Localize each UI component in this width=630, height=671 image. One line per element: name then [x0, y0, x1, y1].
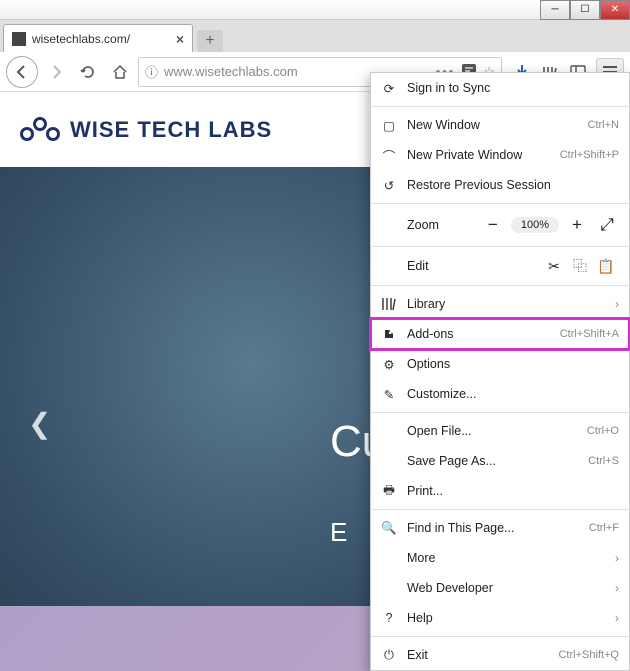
menu-find[interactable]: 🔍 Find in This Page... Ctrl+F [371, 513, 629, 543]
gear-icon: ⚙ [381, 356, 397, 372]
home-button[interactable] [106, 58, 134, 86]
menu-restore-session[interactable]: ↺ Restore Previous Session [371, 170, 629, 200]
tab-strip: wisetechlabs.com/ × + [0, 20, 630, 52]
menu-sign-in-sync[interactable]: ⟳ Sign in to Sync [371, 73, 629, 103]
window-close-button[interactable]: ✕ [600, 0, 630, 20]
hero-subheading: E [330, 517, 347, 548]
menu-more[interactable]: More › [371, 543, 629, 573]
menu-zoom-row: Zoom − 100% + ⤢ [371, 207, 629, 243]
logo-mark-icon [20, 117, 60, 143]
forward-button[interactable] [42, 58, 70, 86]
url-text: www.wisetechlabs.com [164, 64, 298, 79]
copy-button[interactable]: ⿻ [567, 255, 593, 277]
chevron-right-icon: › [615, 551, 619, 565]
favicon-icon [12, 32, 26, 46]
restore-icon: ↺ [381, 177, 397, 193]
window-titlebar: ─ ☐ ✕ [0, 0, 630, 20]
puzzle-icon [381, 326, 397, 342]
tab-active[interactable]: wisetechlabs.com/ × [3, 24, 193, 52]
menu-new-private-window[interactable]: ⌒ New Private Window Ctrl+Shift+P [371, 140, 629, 170]
menu-separator [371, 285, 629, 286]
menu-separator [371, 246, 629, 247]
app-menu: ⟳ Sign in to Sync ▢ New Window Ctrl+N ⌒ … [370, 72, 630, 671]
site-logo[interactable]: WISE TECH LABS [20, 117, 272, 143]
printer-icon: 🖶 [381, 483, 397, 499]
menu-separator [371, 509, 629, 510]
logo-text: WISE TECH LABS [70, 117, 272, 143]
menu-save-page-as[interactable]: Save Page As... Ctrl+S [371, 446, 629, 476]
tab-close-icon[interactable]: × [176, 31, 184, 47]
menu-options[interactable]: ⚙ Options [371, 349, 629, 379]
edit-label: Edit [381, 259, 541, 273]
power-icon: ⏻ [381, 647, 397, 663]
new-tab-button[interactable]: + [197, 30, 223, 52]
site-info-icon[interactable]: ⓘ [145, 62, 158, 81]
zoom-label: Zoom [381, 218, 475, 232]
menu-edit-row: Edit ✂ ⿻ 📋 [371, 250, 629, 282]
menu-print[interactable]: 🖶 Print... [371, 476, 629, 506]
menu-new-window[interactable]: ▢ New Window Ctrl+N [371, 110, 629, 140]
chevron-right-icon: › [615, 611, 619, 625]
search-icon: 🔍 [381, 520, 397, 536]
zoom-level[interactable]: 100% [511, 217, 559, 233]
window-minimize-button[interactable]: ─ [540, 0, 570, 20]
menu-library[interactable]: Library › [371, 289, 629, 319]
cut-button[interactable]: ✂ [541, 255, 567, 277]
chevron-right-icon: › [615, 297, 619, 311]
menu-help[interactable]: ? Help › [371, 603, 629, 633]
sync-icon: ⟳ [381, 80, 397, 96]
mask-icon: ⌒ [381, 147, 397, 163]
tab-title: wisetechlabs.com/ [32, 32, 130, 46]
menu-open-file[interactable]: Open File... Ctrl+O [371, 416, 629, 446]
reload-button[interactable] [74, 58, 102, 86]
carousel-prev-icon[interactable]: ❮ [28, 407, 51, 440]
back-button[interactable] [6, 56, 38, 88]
paste-button[interactable]: 📋 [593, 255, 619, 277]
menu-customize[interactable]: ✎ Customize... [371, 379, 629, 409]
zoom-in-button[interactable]: + [565, 213, 589, 237]
brush-icon: ✎ [381, 386, 397, 402]
menu-separator [371, 636, 629, 637]
library-icon [381, 296, 397, 312]
menu-separator [371, 203, 629, 204]
menu-separator [371, 412, 629, 413]
window-maximize-button[interactable]: ☐ [570, 0, 600, 20]
zoom-out-button[interactable]: − [481, 213, 505, 237]
window-icon: ▢ [381, 117, 397, 133]
help-icon: ? [381, 610, 397, 626]
chevron-right-icon: › [615, 581, 619, 595]
menu-web-developer[interactable]: Web Developer › [371, 573, 629, 603]
menu-exit[interactable]: ⏻ Exit Ctrl+Shift+Q [371, 640, 629, 670]
fullscreen-button[interactable]: ⤢ [595, 213, 619, 237]
browser-window: ─ ☐ ✕ wisetechlabs.com/ × + ⓘ www.wisete… [0, 0, 630, 606]
menu-addons[interactable]: Add-ons Ctrl+Shift+A [371, 319, 629, 349]
menu-separator [371, 106, 629, 107]
